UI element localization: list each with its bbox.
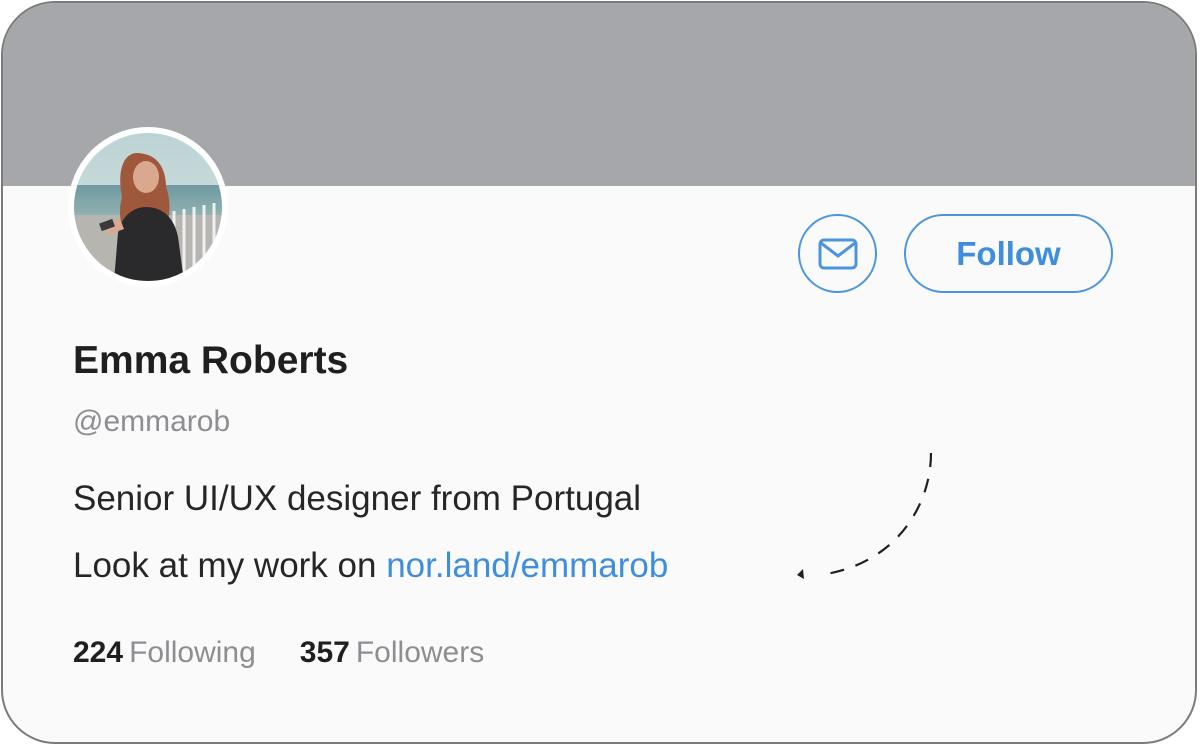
avatar[interactable] [68, 127, 228, 287]
followers-count: 357 [299, 636, 350, 669]
followers-label: Followers [355, 636, 485, 669]
follow-button-label: Follow [956, 234, 1061, 272]
message-button[interactable] [798, 214, 877, 293]
dashed-arrow-icon [797, 452, 933, 579]
portfolio-link[interactable]: nor.land/emmarob [386, 546, 668, 585]
bio-link-line: Look at my work on nor.land/emmarob [73, 546, 668, 586]
profile-stats: 224 Following 357 Followers [73, 636, 484, 670]
follow-button[interactable]: Follow [904, 214, 1113, 293]
bio-link-prefix: Look at my work on [73, 546, 387, 585]
following-stat[interactable]: 224 Following [73, 636, 256, 670]
profile-name: Emma Roberts [73, 339, 349, 382]
envelope-icon [818, 238, 857, 269]
profile-card: Follow Emma Roberts @emmarob Senior UI/U… [1, 1, 1197, 744]
following-count: 224 [73, 636, 124, 669]
avatar-photo [74, 133, 222, 281]
following-label: Following [129, 636, 256, 669]
bio-line: Senior UI/UX designer from Portugal [73, 479, 642, 518]
profile-handle: @emmarob [73, 405, 231, 438]
followers-stat[interactable]: 357 Followers [300, 636, 484, 670]
